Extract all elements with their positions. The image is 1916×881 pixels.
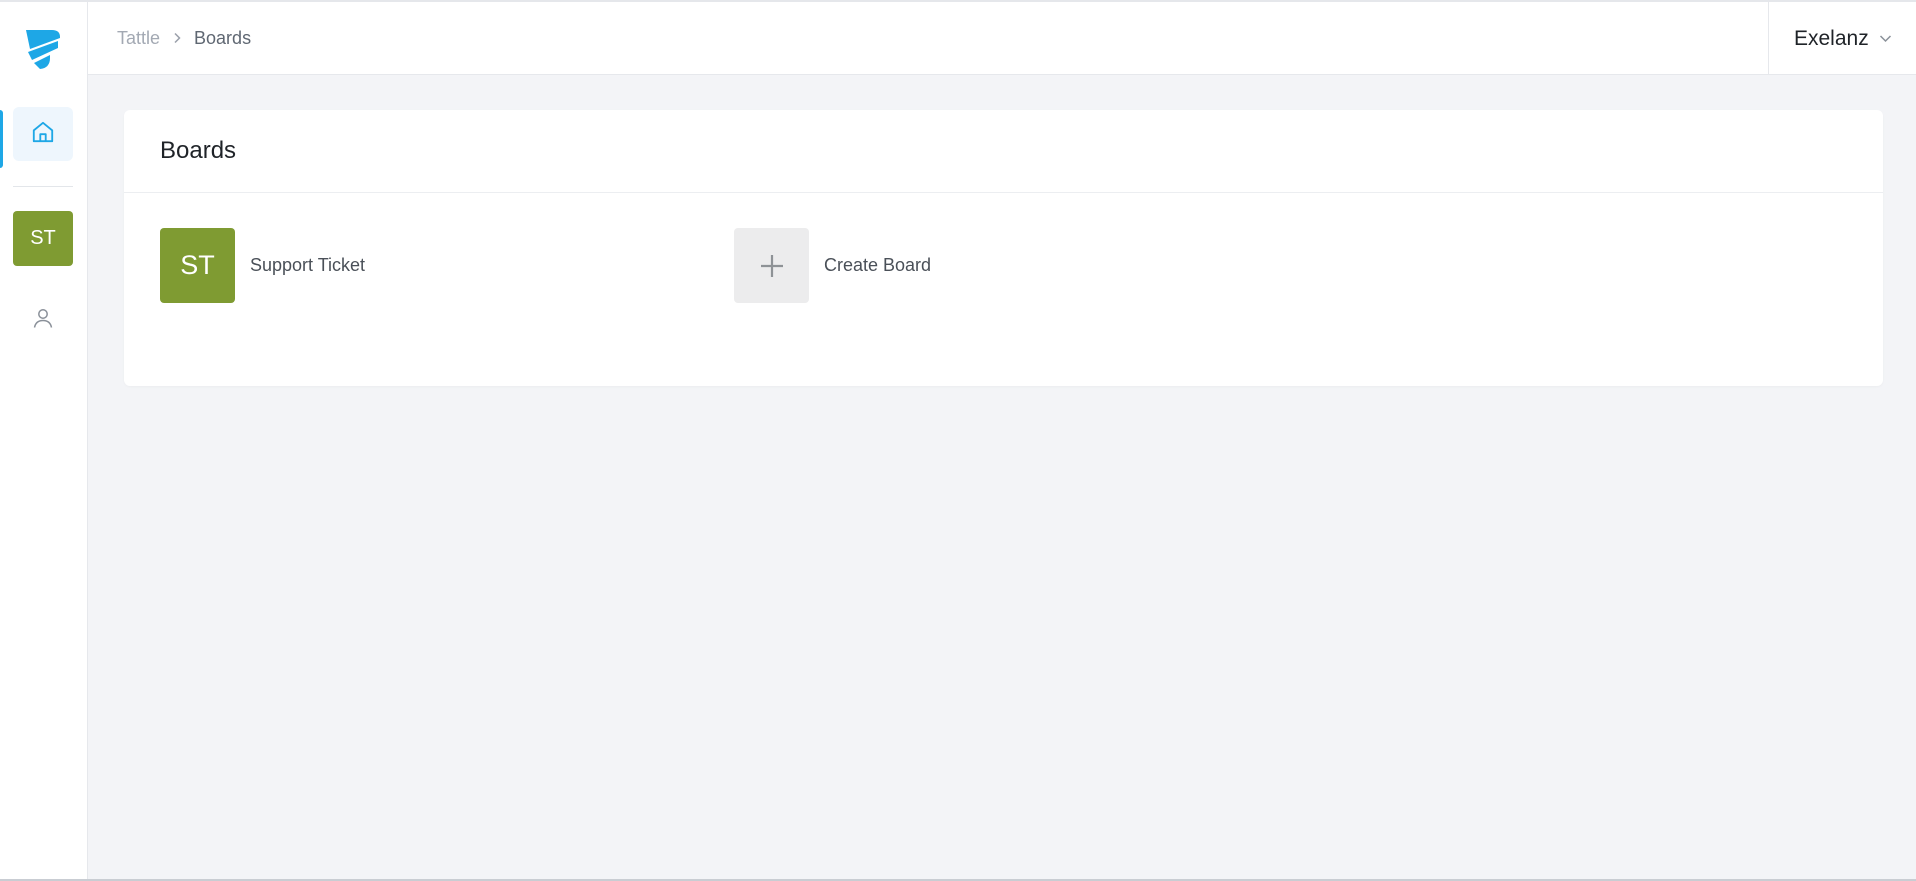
board-name: Support Ticket: [250, 255, 366, 275]
active-nav-indicator: [0, 110, 3, 168]
tattle-logo-icon[interactable]: [22, 24, 64, 72]
create-board-label: Create Board: [824, 255, 932, 275]
boards-card: Boards ST Support Ticket Create Board: [124, 110, 1883, 386]
app-frame: ST Tattle Boards Exelanz Boards ST Suppo…: [0, 0, 1916, 881]
sidebar-item-home[interactable]: [13, 107, 73, 161]
top-header: Tattle Boards Exelanz: [88, 2, 1916, 75]
sidebar-divider: [13, 186, 73, 187]
org-name: Exelanz: [1794, 26, 1869, 50]
sidebar-item-board[interactable]: ST: [13, 211, 73, 266]
sidebar: ST: [0, 2, 88, 879]
chevron-right-icon: [172, 31, 182, 47]
board-item-support-ticket[interactable]: ST Support Ticket: [160, 228, 365, 303]
board-avatar: ST: [160, 228, 235, 303]
page-title: Boards: [160, 137, 237, 164]
plus-icon: [734, 228, 809, 303]
home-icon: [30, 119, 56, 150]
chevron-down-icon: [1879, 34, 1892, 43]
org-switcher[interactable]: Exelanz: [1768, 2, 1916, 75]
sidebar-item-profile[interactable]: [26, 303, 60, 337]
create-board-button[interactable]: Create Board: [734, 228, 931, 303]
breadcrumb-current: Boards: [194, 28, 252, 48]
card-header: Boards: [124, 110, 1883, 193]
user-icon: [31, 306, 55, 335]
breadcrumb: Tattle Boards: [117, 2, 251, 75]
breadcrumb-root-link[interactable]: Tattle: [117, 28, 160, 49]
